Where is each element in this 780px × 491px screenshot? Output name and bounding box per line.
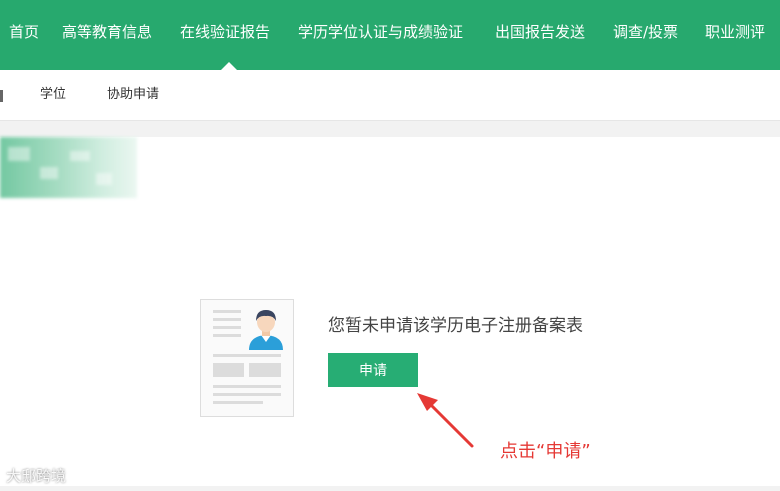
sub-nav-assist-application[interactable]: 协助申请 [107, 87, 159, 103]
sub-nav: 学位 协助申请 [0, 70, 780, 121]
top-nav-survey-vote[interactable]: 调查/投票 [613, 22, 678, 42]
main-panel: 您暂未申请该学历电子注册备案表 申请 [0, 137, 780, 486]
top-nav: 首页 高等教育信息 在线验证报告 学历学位认证与成绩验证 出国报告发送 调查/投… [0, 0, 780, 70]
blurred-banner [0, 137, 137, 198]
active-tab-caret [221, 62, 237, 70]
top-nav-overseas-report-delivery[interactable]: 出国报告发送 [495, 22, 585, 42]
top-nav-higher-education-info[interactable]: 高等教育信息 [62, 22, 152, 42]
sub-nav-edge-mark [0, 90, 3, 102]
top-nav-home[interactable]: 首页 [9, 22, 39, 42]
avatar-icon [249, 310, 283, 350]
resume-avatar-illustration-icon [200, 299, 294, 417]
red-arrow-pointer-icon [417, 393, 474, 448]
top-nav-career-assessment[interactable]: 职业测评 [705, 22, 765, 42]
top-nav-online-verification-report[interactable]: 在线验证报告 [180, 22, 270, 42]
sub-nav-degree[interactable]: 学位 [40, 87, 66, 103]
top-nav-degree-certification[interactable]: 学历学位认证与成绩验证 [298, 22, 463, 42]
watermark: 大邸跨境 [6, 467, 67, 485]
empty-state-message: 您暂未申请该学历电子注册备案表 [328, 316, 583, 336]
annotation-hint: 点击“申请” [500, 441, 591, 462]
